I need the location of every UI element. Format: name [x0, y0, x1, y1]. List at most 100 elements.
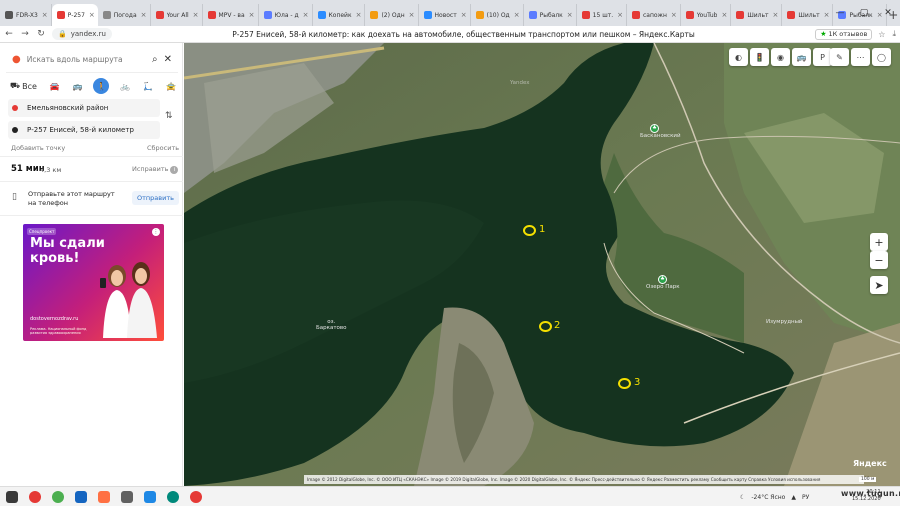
fix-link[interactable]: Исправить i: [132, 165, 179, 174]
satellite-map[interactable]: ◐ 🚦 ◉ 🚌 P ✎ ⋯ ◯ + − ➤ 1 2 3 оз. Баркатов…: [184, 43, 900, 486]
mode-bike-button[interactable]: 🚲: [118, 78, 132, 94]
tab-close-icon[interactable]: ×: [721, 11, 727, 19]
app-icon[interactable]: [144, 491, 156, 503]
page-title: Р-257 Енисей, 58-й километр: как доехать…: [232, 29, 695, 39]
download-icon[interactable]: ⤓: [892, 29, 896, 39]
route-point-a[interactable]: Емельяновский район: [8, 99, 160, 117]
park-poi-icon[interactable]: ♣: [650, 124, 659, 133]
start-button-icon[interactable]: [6, 491, 18, 503]
tab-close-icon[interactable]: ×: [249, 11, 255, 19]
url-text: yandex.ru: [70, 30, 106, 38]
back-icon[interactable]: ←: [4, 29, 14, 39]
tab-title: MPV - ва: [218, 11, 245, 19]
browser-tab[interactable]: (2) Одн ×: [365, 4, 419, 26]
tab-title: Новост: [434, 11, 457, 19]
favicon-icon: [787, 11, 796, 19]
reviews-badge[interactable]: ★ 1К отзывов: [815, 28, 873, 40]
tab-close-icon[interactable]: ×: [514, 11, 520, 19]
layers-icon[interactable]: ◐: [729, 48, 748, 66]
url-field[interactable]: 🔒 yandex.ru: [52, 28, 112, 40]
marker-3[interactable]: [618, 378, 631, 389]
reset-link[interactable]: Сбросить: [147, 144, 179, 152]
yandex-browser-icon[interactable]: [190, 491, 202, 503]
browser-tab[interactable]: Новост ×: [419, 4, 471, 26]
send-route-text: Отправьте этот маршрут на телефон: [28, 190, 115, 207]
transport-icon[interactable]: 🚌: [792, 48, 811, 66]
forward-icon[interactable]: →: [20, 29, 30, 39]
tab-close-icon[interactable]: ×: [617, 11, 623, 19]
lang-indicator[interactable]: РУ: [802, 494, 809, 501]
tab-close-icon[interactable]: ×: [193, 11, 199, 19]
tab-close-icon[interactable]: ×: [773, 11, 779, 19]
mode-walk-button[interactable]: 🚶: [93, 78, 110, 94]
chrome-icon[interactable]: [52, 491, 64, 503]
more-options-icon[interactable]: ⋯: [851, 48, 870, 66]
weather-text[interactable]: -24°C Ясно: [751, 494, 785, 501]
marker-1[interactable]: [523, 225, 536, 236]
browser-tab[interactable]: Шильт ×: [782, 4, 834, 26]
tab-close-icon[interactable]: ×: [461, 11, 467, 19]
favicon-icon: [263, 11, 272, 19]
panorama-icon[interactable]: ◉: [771, 48, 790, 66]
close-window-icon[interactable]: ✕: [876, 8, 900, 18]
browser-tab[interactable]: FDR-X3 ×: [0, 4, 52, 26]
zoom-out-button[interactable]: −: [870, 251, 888, 269]
app-icon[interactable]: [121, 491, 133, 503]
browser-tab[interactable]: Your All ×: [151, 4, 203, 26]
search-input[interactable]: [26, 55, 146, 64]
ruler-icon[interactable]: ✎: [830, 48, 849, 66]
minimize-icon[interactable]: —: [828, 8, 852, 18]
browser-tab[interactable]: Р-257 ×: [51, 4, 98, 26]
route-point-b[interactable]: Р-257 Енисей, 58-й километр: [8, 121, 160, 139]
tab-close-icon[interactable]: ×: [671, 11, 677, 19]
edge-icon[interactable]: [167, 491, 179, 503]
browser-tab[interactable]: 15 шт. ×: [577, 4, 627, 26]
send-button[interactable]: Отправить: [132, 191, 179, 205]
swap-points-icon[interactable]: ⇅: [165, 111, 173, 121]
bike-icon: 🚲: [120, 81, 131, 91]
marker-2[interactable]: [539, 321, 552, 332]
start-dot-icon: [12, 105, 18, 111]
browser-tab[interactable]: Юла - д ×: [259, 4, 313, 26]
zoom-in-button[interactable]: +: [870, 233, 888, 251]
lake-park-poi-icon[interactable]: ♣: [658, 275, 667, 284]
app-icon[interactable]: [98, 491, 110, 503]
add-point-link[interactable]: Добавить точку: [11, 144, 65, 152]
bookmark-icon[interactable]: ☆: [878, 30, 885, 39]
mode-bus-button[interactable]: 🚌: [71, 78, 85, 94]
browser-tab[interactable]: Рыбалк ×: [524, 4, 577, 26]
favicon-icon: [102, 11, 111, 19]
tab-close-icon[interactable]: ×: [42, 11, 48, 19]
more-icon[interactable]: ⋮: [152, 228, 160, 236]
mode-all-button[interactable]: ⛟ Все: [8, 78, 39, 94]
network-icon[interactable]: ▲: [791, 494, 796, 501]
browser-tab[interactable]: MPV - ва ×: [203, 4, 259, 26]
tab-close-icon[interactable]: ×: [409, 11, 415, 19]
close-icon[interactable]: ✕: [164, 54, 172, 65]
tab-close-icon[interactable]: ×: [303, 11, 309, 19]
tab-close-icon[interactable]: ×: [567, 11, 573, 19]
reload-icon[interactable]: ↻: [36, 29, 46, 39]
opera-icon[interactable]: [29, 491, 41, 503]
maximize-icon[interactable]: ▢: [852, 8, 876, 18]
traffic-icon[interactable]: 🚦: [750, 48, 769, 66]
browser-tab[interactable]: (10) Од ×: [471, 4, 524, 26]
browser-tab[interactable]: Копейк ×: [313, 4, 366, 26]
browser-tab[interactable]: Погода ×: [98, 4, 151, 26]
tab-close-icon[interactable]: ×: [356, 11, 362, 19]
tab-title: 15 шт.: [592, 11, 614, 19]
advertisement-banner[interactable]: Спецпроект ⋮ Мы сдали кровь! dostovernoz…: [23, 224, 164, 341]
search-icon[interactable]: ⌕: [152, 54, 158, 65]
divider: [0, 215, 183, 216]
app-icon[interactable]: [75, 491, 87, 503]
mode-taxi-button[interactable]: 🚖: [164, 78, 178, 94]
user-avatar-icon[interactable]: ◯: [872, 48, 891, 66]
mode-scooter-button[interactable]: 🛴: [141, 78, 155, 94]
browser-tab[interactable]: YouTub ×: [681, 4, 732, 26]
geolocation-button[interactable]: ➤: [870, 276, 888, 294]
mode-car-button[interactable]: 🚘: [48, 78, 62, 94]
browser-tab[interactable]: Шильт ×: [731, 4, 783, 26]
tab-close-icon[interactable]: ×: [89, 11, 95, 19]
tab-close-icon[interactable]: ×: [141, 11, 147, 19]
browser-tab[interactable]: сапожн ×: [627, 4, 681, 26]
